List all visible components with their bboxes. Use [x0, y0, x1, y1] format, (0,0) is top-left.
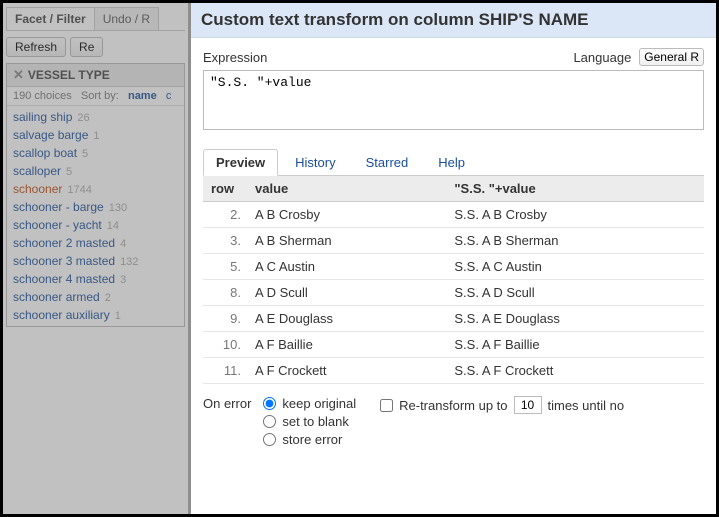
onerror-store[interactable]: store error: [263, 432, 356, 447]
facet-item-label: scalloper: [13, 164, 61, 178]
facet-item-count: 3: [120, 274, 126, 286]
facet-item[interactable]: scalloper 5: [10, 162, 181, 180]
facet-item-label: salvage barge: [13, 128, 88, 142]
facet-item[interactable]: salvage barge 1: [10, 126, 181, 144]
onerror-keep-radio[interactable]: [263, 397, 276, 410]
facet-item-label: schooner 3 masted: [13, 254, 115, 268]
facet-item-label: schooner 2 masted: [13, 236, 115, 250]
re-button[interactable]: Re: [70, 37, 103, 57]
retransform-checkbox[interactable]: [380, 399, 393, 412]
facet-item-count: 5: [82, 148, 88, 160]
col-value: value: [247, 176, 446, 202]
facet-sort-label: Sort by:: [81, 90, 119, 102]
facet-item-label: schooner - barge: [13, 200, 104, 214]
sort-by-name[interactable]: name: [128, 90, 157, 102]
tab-history[interactable]: History: [282, 149, 348, 176]
retransform-prefix: Re-transform up to: [399, 398, 507, 413]
transform-dialog: Custom text transform on column SHIP'S N…: [191, 3, 716, 514]
facet-item[interactable]: schooner 1744: [10, 180, 181, 198]
sort-by-count[interactable]: c: [166, 90, 172, 102]
table-row: 3.A B ShermanS.S. A B Sherman: [203, 228, 704, 254]
facet-item[interactable]: schooner 2 masted 4: [10, 234, 181, 252]
retransform-option[interactable]: Re-transform up to times until no: [380, 396, 624, 414]
expression-label: Expression: [203, 50, 267, 65]
table-row: 11.A F CrockettS.S. A F Crockett: [203, 358, 704, 384]
facet-item-count: 130: [109, 202, 127, 214]
language-select[interactable]: General R: [639, 48, 704, 66]
facet-item-count: 14: [107, 220, 119, 232]
refresh-button[interactable]: Refresh: [6, 37, 66, 57]
facet-item[interactable]: schooner armed 2: [10, 288, 181, 306]
table-row: 8.A D ScullS.S. A D Scull: [203, 280, 704, 306]
preview-body: 2.A B CrosbyS.S. A B Crosby3.A B Sherman…: [203, 202, 704, 384]
facet-item[interactable]: schooner - barge 130: [10, 198, 181, 216]
facet-item-label: schooner armed: [13, 290, 100, 304]
tab-preview[interactable]: Preview: [203, 149, 278, 176]
facet-item-label: schooner auxiliary: [13, 308, 110, 322]
language-label: Language: [573, 50, 631, 65]
facet-item-count: 132: [120, 256, 138, 268]
facet-item-label: scallop boat: [13, 146, 77, 160]
facet-item[interactable]: sailing ship 26: [10, 108, 181, 126]
table-row: 2.A B CrosbyS.S. A B Crosby: [203, 202, 704, 228]
tab-facet-filter[interactable]: Facet / Filter: [6, 7, 95, 30]
tab-help[interactable]: Help: [425, 149, 478, 176]
onerror-blank-label: set to blank: [282, 414, 349, 429]
facet-item[interactable]: schooner auxiliary 1: [10, 306, 181, 324]
facet-choice-count: 190 choices: [13, 90, 72, 102]
facet-item-count: 5: [66, 166, 72, 178]
facet-item-count: 1744: [67, 184, 91, 196]
facet-item-count: 2: [105, 292, 111, 304]
dialog-title: Custom text transform on column SHIP'S N…: [191, 3, 716, 38]
facet-item-count: 4: [120, 238, 126, 250]
tab-starred[interactable]: Starred: [353, 149, 422, 176]
col-result: "S.S. "+value: [446, 176, 704, 202]
facet-item-label: sailing ship: [13, 110, 72, 124]
facet-item-count: 1: [93, 130, 99, 142]
facet-item-label: schooner - yacht: [13, 218, 102, 232]
table-row: 10.A F BaillieS.S. A F Baillie: [203, 332, 704, 358]
sidebar: Facet / Filter Undo / R Refresh Re ✕ VES…: [3, 3, 188, 514]
close-facet-icon[interactable]: ✕: [13, 67, 24, 83]
facet-item-count: 1: [115, 310, 121, 322]
facet-item[interactable]: schooner - yacht 14: [10, 216, 181, 234]
onerror-keep[interactable]: keep original: [263, 396, 356, 411]
onerror-store-radio[interactable]: [263, 433, 276, 446]
onerror-store-label: store error: [282, 432, 342, 447]
facet-item-count: 26: [77, 112, 89, 124]
retransform-count-input[interactable]: [514, 396, 542, 414]
onerror-keep-label: keep original: [282, 396, 356, 411]
retransform-suffix: times until no: [548, 398, 625, 413]
facet-item[interactable]: schooner 3 masted 132: [10, 252, 181, 270]
onerror-blank-radio[interactable]: [263, 415, 276, 428]
onerror-blank[interactable]: set to blank: [263, 414, 356, 429]
table-row: 5.A C AustinS.S. A C Austin: [203, 254, 704, 280]
expression-input[interactable]: [203, 70, 704, 130]
facet-items: sailing ship 26 salvage barge 1 scallop boat…: [7, 106, 184, 326]
tab-undo-redo[interactable]: Undo / R: [94, 7, 159, 30]
facet-box: ✕ VESSEL TYPE 190 choices Sort by: name …: [6, 63, 185, 327]
facet-title: VESSEL TYPE: [28, 68, 110, 82]
preview-table: row value "S.S. "+value 2.A B CrosbyS.S.…: [203, 176, 704, 384]
onerror-label: On error: [203, 396, 251, 411]
table-row: 9.A E DouglassS.S. A E Douglass: [203, 306, 704, 332]
facet-item-label: schooner: [13, 182, 62, 196]
facet-item-label: schooner 4 masted: [13, 272, 115, 286]
facet-item[interactable]: scallop boat 5: [10, 144, 181, 162]
col-row: row: [203, 176, 247, 202]
facet-item[interactable]: schooner 4 masted 3: [10, 270, 181, 288]
